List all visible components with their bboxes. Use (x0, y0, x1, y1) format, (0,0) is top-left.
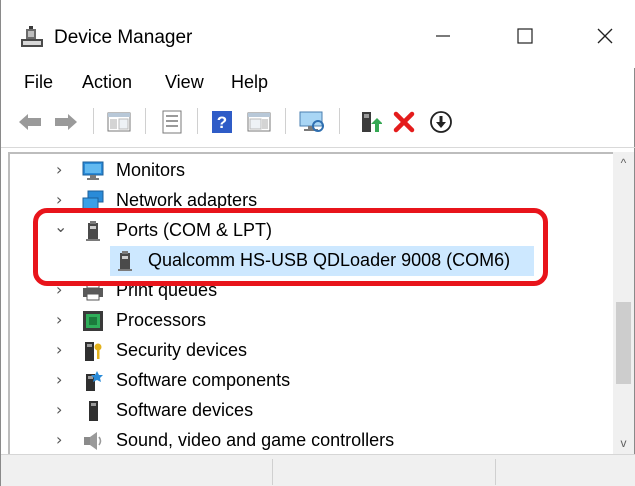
chevron-right-icon[interactable]: › (56, 372, 70, 388)
tree-item-processors[interactable]: › Processors (10, 306, 613, 336)
show-hide-action-pane-icon (247, 112, 271, 132)
processor-icon (83, 311, 103, 331)
forward-button[interactable] (53, 108, 79, 136)
device-manager-window: Device Manager File Action View Help ? ›… (0, 0, 635, 486)
maximize-button[interactable] (497, 14, 553, 58)
toolbar-separator (285, 108, 286, 134)
software-device-icon (89, 401, 98, 421)
tree-item-monitors[interactable]: › Monitors (10, 156, 613, 186)
show-hide-action-pane-button[interactable] (245, 108, 273, 136)
tree-item-label: Security devices (116, 340, 248, 360)
menu-help[interactable]: Help (231, 70, 268, 94)
disable-device-button[interactable] (427, 108, 455, 136)
toolbar-separator (145, 108, 146, 134)
tree-item-software-components[interactable]: › Software components (10, 366, 613, 396)
toolbar-separator (93, 108, 94, 134)
device-manager-icon (21, 26, 43, 47)
status-bar-separator (272, 459, 273, 485)
minimize-icon (436, 35, 450, 37)
tree-item-label: Software devices (116, 400, 254, 420)
scan-for-hardware-changes-icon (299, 111, 324, 132)
chevron-right-icon[interactable]: › (56, 192, 70, 208)
help-icon: ? (212, 111, 232, 133)
tree-item-label: Processors (116, 310, 207, 330)
back-button[interactable] (17, 108, 43, 136)
minimize-button[interactable] (415, 14, 471, 58)
toolbar-separator (197, 108, 198, 134)
scroll-down-button[interactable]: v (613, 432, 634, 454)
menu-file[interactable]: File (24, 70, 53, 94)
security-device-icon (85, 342, 102, 361)
tree-item-security-devices[interactable]: › Security devices (10, 336, 613, 366)
chevron-right-icon[interactable]: › (56, 162, 70, 178)
chevron-right-icon[interactable]: › (56, 432, 70, 448)
status-bar (1, 454, 635, 486)
maximize-icon (517, 28, 533, 44)
help-button[interactable]: ? (209, 108, 235, 136)
chevron-right-icon[interactable]: › (56, 342, 70, 358)
disable-device-icon (430, 111, 452, 133)
tree-item-label: Monitors (116, 160, 186, 180)
properties-icon (162, 110, 182, 134)
status-bar-separator (495, 459, 496, 485)
uninstall-device-icon (393, 111, 415, 133)
monitor-icon (82, 161, 104, 180)
tree-item-label: Sound, video and game controllers (116, 430, 395, 450)
back-icon (19, 114, 41, 130)
forward-icon (55, 114, 77, 130)
svg-text:?: ? (217, 113, 227, 132)
sound-controller-icon (84, 432, 102, 450)
software-component-icon (86, 371, 103, 391)
menu-action[interactable]: Action (82, 70, 132, 94)
menu-bar: File Action View Help (1, 68, 635, 96)
properties-button[interactable] (159, 108, 185, 136)
update-driver-icon (362, 112, 382, 132)
window-title: Device Manager (54, 27, 193, 48)
menu-view[interactable]: View (165, 70, 204, 94)
scroll-up-button[interactable]: ^ (613, 152, 634, 174)
show-hide-console-tree-button[interactable] (105, 108, 133, 136)
close-icon (597, 28, 613, 44)
vertical-scrollbar[interactable]: ^ v (613, 152, 634, 454)
show-hide-console-tree-icon (107, 112, 131, 132)
update-driver-button[interactable] (357, 108, 383, 136)
annotation-highlight (33, 208, 548, 286)
tree-item-software-devices[interactable]: › Software devices (10, 396, 613, 426)
chevron-right-icon[interactable]: › (56, 402, 70, 418)
scroll-thumb[interactable] (616, 302, 631, 384)
device-tree[interactable]: › Monitors › Network adapters ⌄ Ports (C… (8, 152, 613, 454)
title-bar[interactable]: Device Manager (1, 0, 635, 68)
scan-for-hardware-changes-button[interactable] (297, 108, 327, 136)
tree-item-sound-video-game-controllers[interactable]: › Sound, video and game controllers (10, 426, 613, 454)
chevron-right-icon[interactable]: › (56, 312, 70, 328)
uninstall-device-button[interactable] (391, 108, 417, 136)
toolbar: ? (1, 96, 635, 148)
close-button[interactable] (577, 14, 633, 58)
tree-item-label: Software components (116, 370, 291, 390)
toolbar-separator (339, 108, 340, 134)
